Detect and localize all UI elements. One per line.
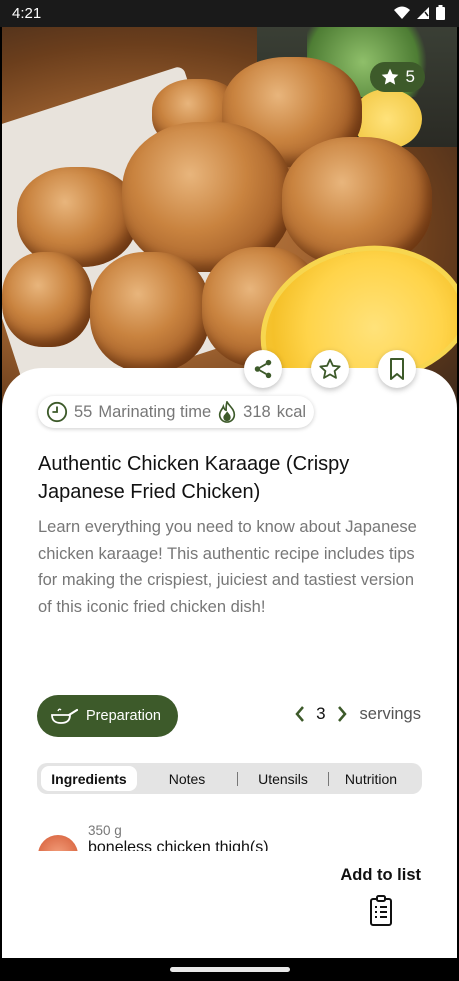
ingredient-name: boneless chicken thigh(s) [88,839,269,851]
star-filled-icon [381,68,398,85]
recipe-description: Learn everything you need to know about … [38,518,417,616]
preparation-button[interactable]: Preparation [37,695,178,737]
status-bar: 4:21 [0,0,459,27]
pan-icon [51,708,78,724]
share-button[interactable] [244,350,282,388]
rating-badge: 5 [369,62,425,92]
chevron-left-icon[interactable] [294,705,306,723]
chevron-right-icon[interactable] [336,705,348,723]
navigation-bar [0,958,459,981]
favorite-button[interactable] [311,350,349,388]
recipe-meta: 55 Marinating time 318 kcal [38,396,315,428]
preparation-label: Preparation [86,708,161,724]
ingredient-item[interactable]: 350 g boneless chicken thigh(s) [38,823,428,851]
flame-icon [218,401,236,423]
tab-notes[interactable]: Notes [137,766,237,791]
signal-icon [417,6,429,19]
kcal-value: 318 [243,402,271,421]
status-time: 4:21 [12,5,42,22]
kcal-unit: kcal [276,402,307,421]
bookmark-icon [390,358,404,380]
tab-ingredients[interactable]: Ingredients [41,766,137,791]
recipe-hero-image: 5 [2,27,457,407]
add-to-list-button[interactable]: Add to list [340,866,421,927]
servings-count: 3 [316,704,326,723]
recipe-tabs: Ingredients Notes Utensils Nutrition [37,763,422,794]
wifi-icon [394,6,410,19]
servings-stepper: 3 servings [294,704,421,724]
share-icon [254,359,272,379]
add-to-list-label: Add to list [340,866,421,884]
rating-value: 5 [405,67,415,86]
star-outline-icon [319,358,341,379]
clock-icon [46,401,68,423]
tab-utensils[interactable]: Utensils [238,766,328,791]
ingredient-quantity: 350 g [88,823,122,838]
home-gesture-handle[interactable] [170,967,290,972]
clipboard-list-icon [369,895,392,926]
recipe-details-card: 55 Marinating time 318 kcal Authentic Ch… [2,350,457,958]
recipe-title: Authentic Chicken Karaage (Crispy Japane… [38,453,350,503]
servings-label: servings [359,704,421,723]
bookmark-button[interactable] [378,350,416,388]
battery-icon [436,5,445,20]
ingredient-thumbnail [38,835,78,851]
tab-nutrition[interactable]: Nutrition [329,766,413,791]
status-icons [394,5,445,20]
time-value: 55 [74,402,93,421]
time-label: Marinating time [98,402,212,421]
